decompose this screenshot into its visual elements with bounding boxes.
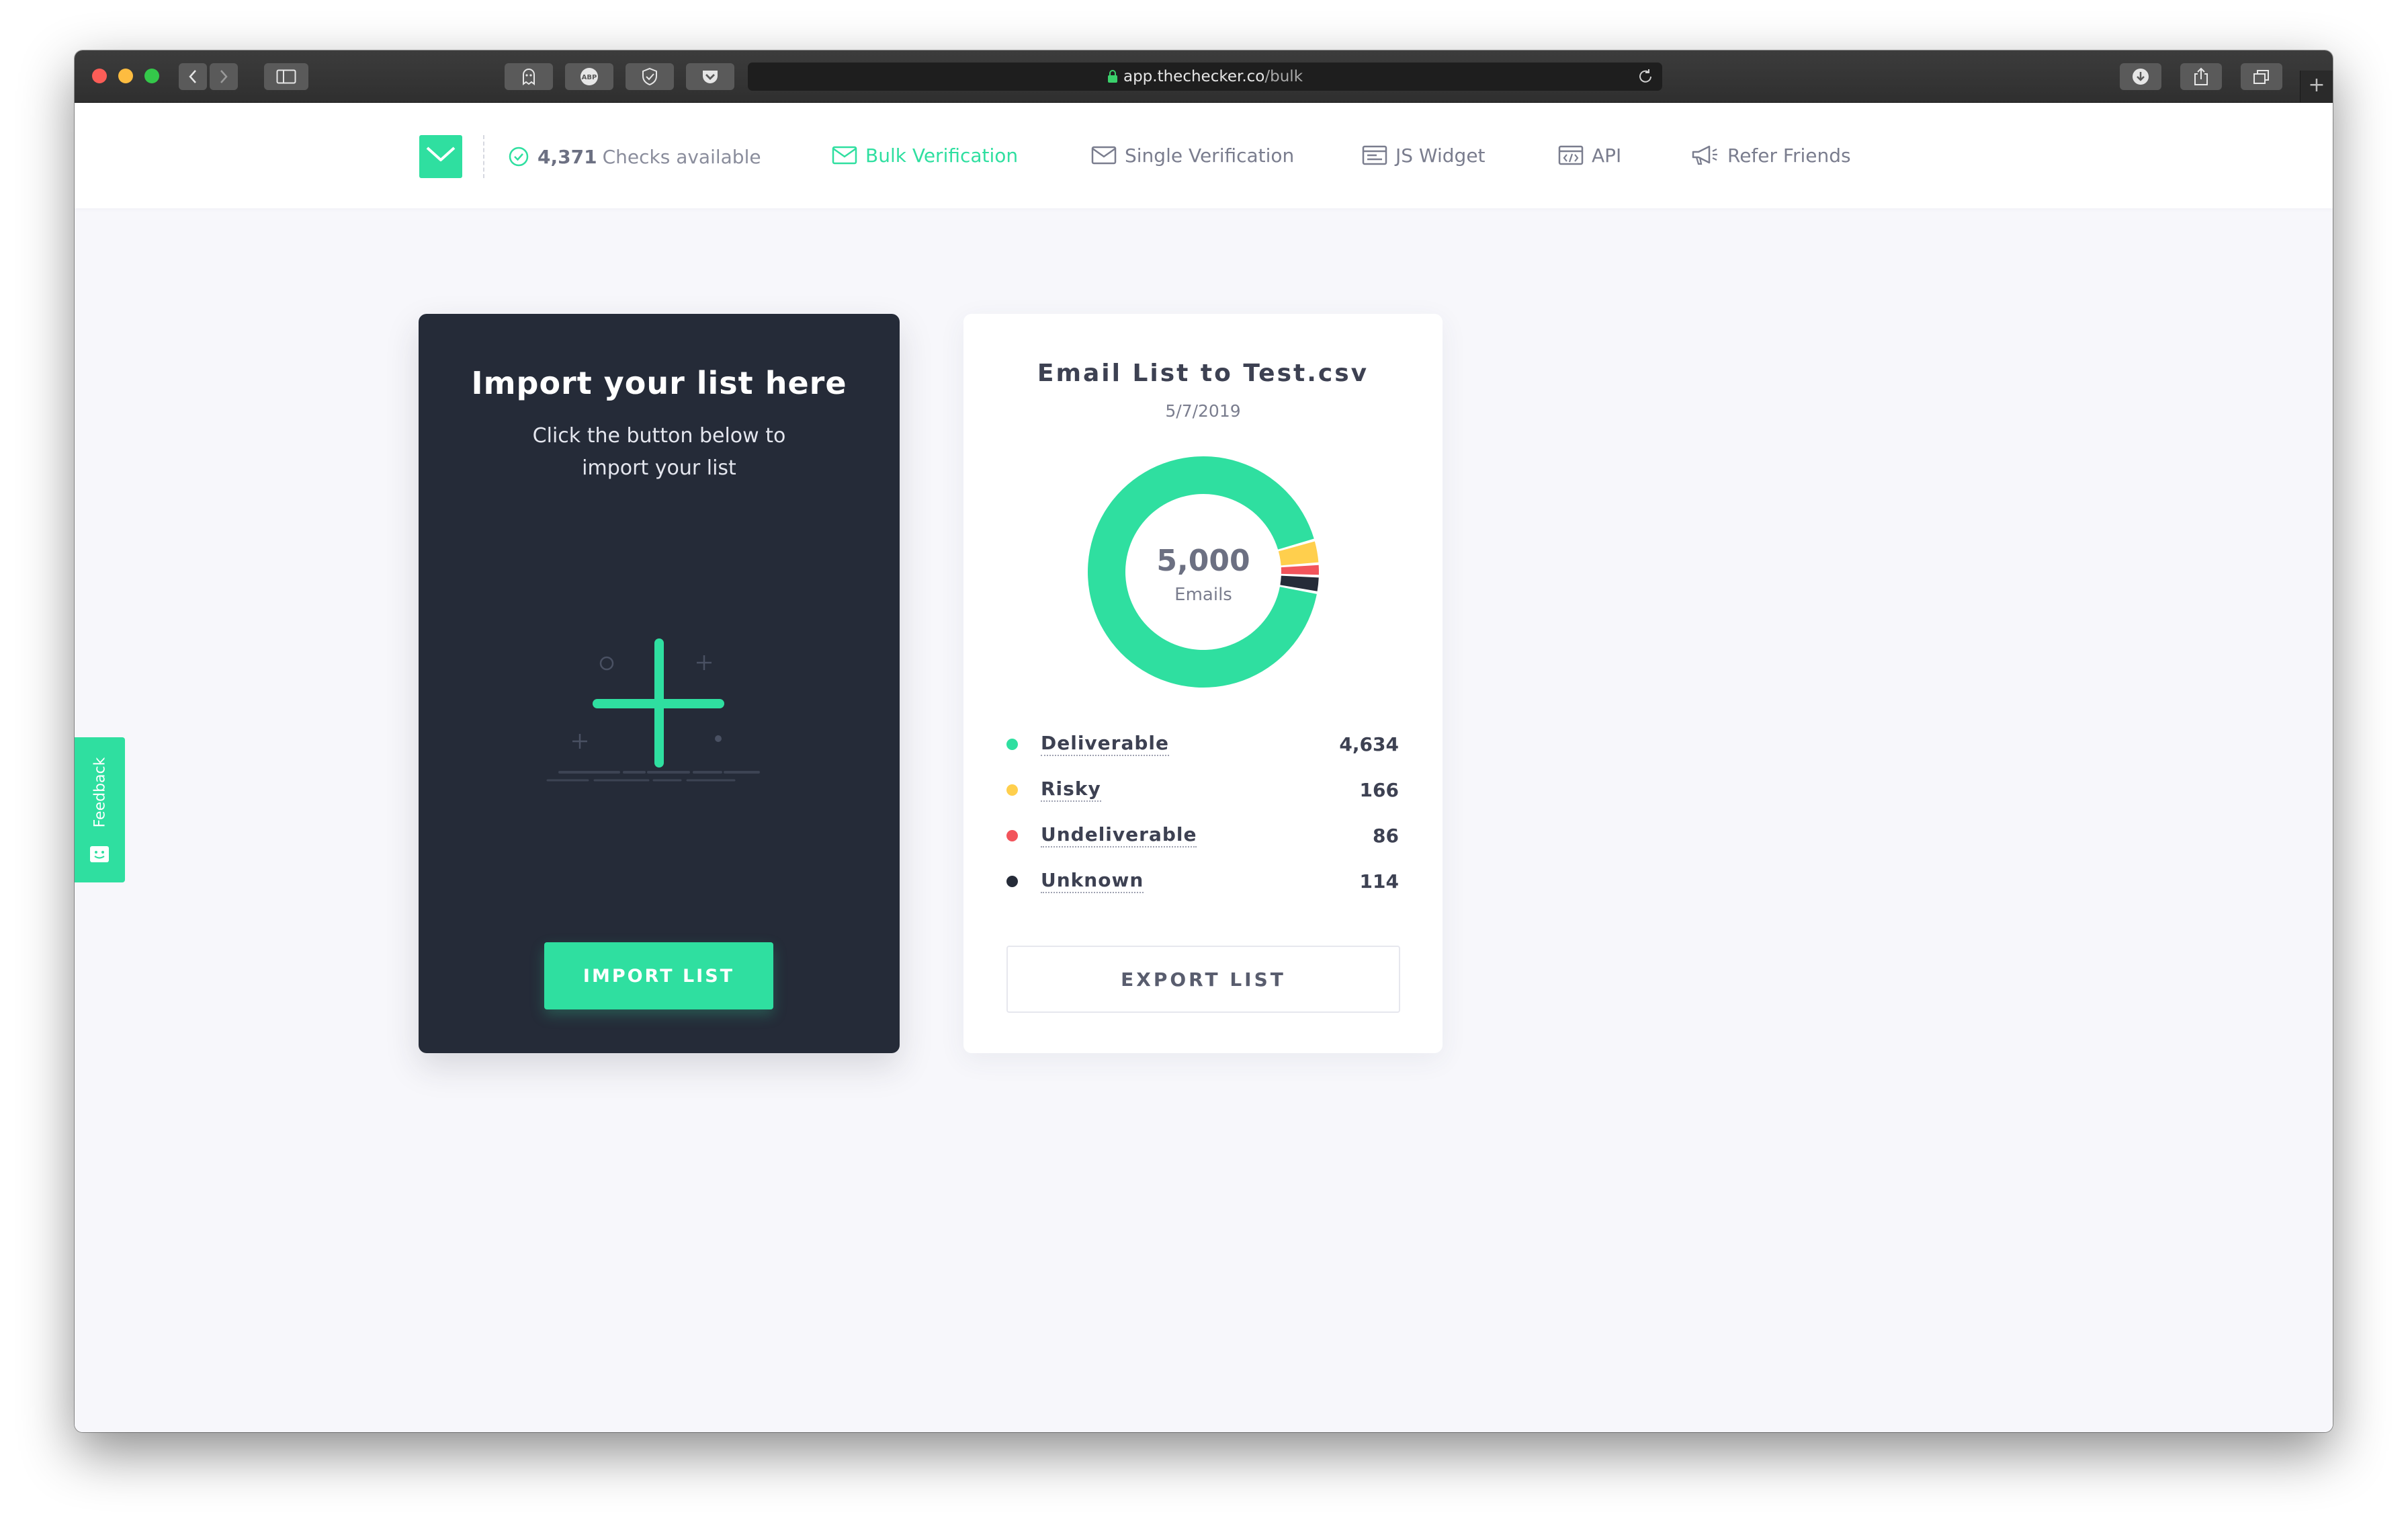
legend-value-undeliverable: 86 xyxy=(1373,824,1399,847)
email-list-card: Email List to Test.csv 5/7/2019 5,000 Em… xyxy=(963,314,1443,1053)
minimize-window-button[interactable] xyxy=(118,69,133,83)
legend-row-undeliverable: Undeliverable 86 xyxy=(1006,813,1399,858)
shield-icon xyxy=(642,67,657,86)
nav-bulk-verification[interactable]: Bulk Verification xyxy=(832,142,1018,169)
forward-button[interactable] xyxy=(210,63,238,90)
donut-total-label: Emails xyxy=(1174,585,1232,605)
envelope-logo-icon xyxy=(426,147,456,161)
new-tab-button[interactable]: + xyxy=(2300,71,2333,102)
check-circle-icon xyxy=(509,147,529,167)
close-window-button[interactable] xyxy=(92,69,107,83)
legend-link-deliverable[interactable]: Deliverable xyxy=(1041,732,1170,756)
browser-window: ABP app.thechecker.co/bulk + 4,371 Check… xyxy=(75,50,2333,1432)
import-subtitle: Click the button below to import your li… xyxy=(532,424,786,480)
export-list-button[interactable]: EXPORT LIST xyxy=(1006,946,1400,1013)
checks-count: 4,371 xyxy=(538,145,597,168)
nav-label-refer: Refer Friends xyxy=(1727,144,1851,167)
lock-icon xyxy=(1107,70,1117,83)
adblock-extension-button[interactable]: ABP xyxy=(565,63,613,90)
feedback-label: Feedback xyxy=(91,757,109,828)
import-list-button[interactable]: IMPORT LIST xyxy=(544,942,773,1009)
sidebar-icon xyxy=(276,69,296,84)
plus-illustration-icon xyxy=(546,638,772,782)
legend-row-risky: Risky 166 xyxy=(1006,767,1399,813)
legend-dot xyxy=(1006,829,1018,841)
legend-dot xyxy=(1006,738,1018,750)
reload-icon[interactable] xyxy=(1637,68,1654,85)
legend-link-unknown[interactable]: Unknown xyxy=(1041,869,1144,893)
legend-value-unknown: 114 xyxy=(1359,870,1399,893)
checks-label: Checks available xyxy=(602,145,761,168)
adblock-icon: ABP xyxy=(580,68,598,85)
list-date: 5/7/2019 xyxy=(1165,401,1241,421)
legend-value-deliverable: 4,634 xyxy=(1339,733,1399,755)
nav-divider xyxy=(483,135,484,178)
legend-row-unknown: Unknown 114 xyxy=(1006,858,1399,904)
share-button[interactable] xyxy=(2180,63,2222,90)
chevron-left-icon xyxy=(189,70,196,83)
mail-icon xyxy=(832,146,857,165)
nav-label-widget: JS Widget xyxy=(1395,144,1486,167)
nav-label-single: Single Verification xyxy=(1125,144,1295,167)
smile-icon xyxy=(90,846,109,862)
code-window-icon xyxy=(1558,145,1584,165)
legend-dot xyxy=(1006,875,1018,887)
import-title: Import your list here xyxy=(471,365,847,401)
app-logo[interactable] xyxy=(419,135,462,178)
downloads-button[interactable] xyxy=(2120,63,2161,90)
privacy-extension-button[interactable] xyxy=(626,63,674,90)
page-viewport: 4,371 Checks available Bulk Verification… xyxy=(75,103,2333,1432)
nav-refer-friends[interactable]: Refer Friends xyxy=(1691,142,1851,169)
nav-label-api: API xyxy=(1592,144,1622,167)
address-path: /bulk xyxy=(1264,68,1303,85)
results-donut-chart: 5,000 Emails xyxy=(1088,456,1319,688)
tabs-icon xyxy=(2253,70,2269,84)
mail-icon xyxy=(1091,146,1117,165)
legend-link-risky[interactable]: Risky xyxy=(1041,778,1101,802)
legend-dot xyxy=(1006,784,1018,796)
legend-value-risky: 166 xyxy=(1359,778,1399,801)
megaphone-icon xyxy=(1692,145,1717,165)
pocket-icon xyxy=(703,71,718,83)
download-icon xyxy=(2133,69,2149,85)
donut-slice-undeliverable xyxy=(1281,565,1319,575)
import-card: Import your list here Click the button b… xyxy=(419,314,900,1053)
nav-label-bulk: Bulk Verification xyxy=(865,144,1019,167)
top-navigation: 4,371 Checks available Bulk Verification… xyxy=(75,103,2333,208)
donut-total-value: 5,000 xyxy=(1156,544,1250,578)
address-bar[interactable]: app.thechecker.co/bulk xyxy=(748,63,1662,91)
widget-icon xyxy=(1362,145,1387,165)
ghostery-extension-button[interactable] xyxy=(505,63,553,90)
nav-single-verification[interactable]: Single Verification xyxy=(1091,142,1294,169)
sidebar-toggle-button[interactable] xyxy=(264,63,308,90)
feedback-tab[interactable]: Feedback xyxy=(75,737,125,882)
share-icon xyxy=(2194,67,2208,85)
back-button[interactable] xyxy=(179,63,207,90)
nav-js-widget[interactable]: JS Widget xyxy=(1362,142,1486,169)
address-domain: app.thechecker.co xyxy=(1123,68,1265,85)
list-file-name: Email List to Test.csv xyxy=(1037,360,1369,387)
chevron-right-icon xyxy=(220,70,228,83)
nav-api[interactable]: API xyxy=(1558,142,1621,169)
checks-available: 4,371 Checks available xyxy=(508,144,761,169)
ghost-icon xyxy=(523,69,535,85)
zoom-window-button[interactable] xyxy=(144,69,159,83)
pocket-extension-button[interactable] xyxy=(686,63,734,90)
browser-toolbar: ABP app.thechecker.co/bulk + xyxy=(75,50,2333,103)
svg-text:ABP: ABP xyxy=(582,74,597,81)
legend-row-deliverable: Deliverable 4,634 xyxy=(1006,721,1399,767)
legend-link-undeliverable[interactable]: Undeliverable xyxy=(1041,823,1197,847)
results-legend: Deliverable 4,634 Risky 166 Undeliverabl… xyxy=(1006,721,1399,904)
tabs-overview-button[interactable] xyxy=(2241,63,2282,90)
